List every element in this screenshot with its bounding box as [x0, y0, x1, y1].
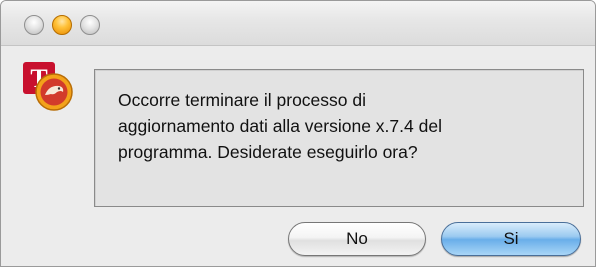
close-window-button[interactable]	[24, 15, 44, 35]
dialog-window: T Occorre terminare il processo di aggio…	[0, 0, 596, 267]
no-button[interactable]: No	[288, 222, 426, 256]
minimize-window-button[interactable]	[52, 15, 72, 35]
zoom-window-button[interactable]	[80, 15, 100, 35]
dialog-message: Occorre terminare il processo di aggiorn…	[118, 90, 442, 162]
si-button[interactable]: Si	[441, 222, 581, 256]
title-bar	[1, 1, 595, 46]
app-icon: T	[21, 59, 77, 115]
message-panel: Occorre terminare il processo di aggiorn…	[94, 69, 584, 207]
